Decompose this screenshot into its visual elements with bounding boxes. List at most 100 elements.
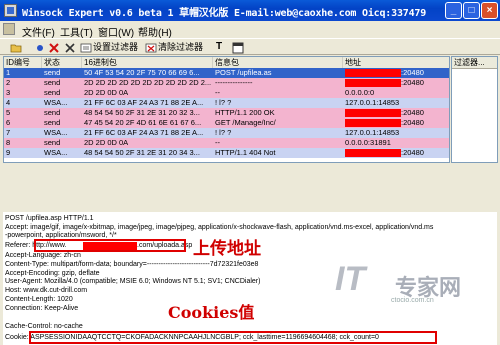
detail-line: Content-Type: multipart/form-data; bound… <box>5 261 259 268</box>
cell-hex: 2D 2D 2D 2D 2D 2D 2D 2D 2D 2D 2... <box>84 78 211 87</box>
cell-id: 2 <box>6 78 11 87</box>
address-port: :20480 <box>401 68 424 77</box>
annotation-cookies: Cookies值 <box>168 303 255 322</box>
col-info[interactable]: 信息包 <box>213 57 343 68</box>
cell-id: 9 <box>6 148 11 157</box>
table-row[interactable]: 2 send 2D 2D 2D 2D 2D 2D 2D 2D 2D 2D 2... -… <box>4 78 449 88</box>
detail-line: User-Agent: Mozilla/4.0 (compatible; MSI… <box>5 278 261 285</box>
text-view-button[interactable]: T <box>216 40 222 54</box>
clear-filter-icon <box>145 43 157 53</box>
col-address[interactable]: 地址 <box>343 57 449 68</box>
table-row[interactable]: 8 send 2D 2D 0D 0A -- 0.0.0.0:31891 <box>4 138 449 148</box>
capture-icon[interactable] <box>34 40 47 54</box>
cell-status: send <box>44 68 61 77</box>
filter-header: 过滤器... <box>452 57 497 69</box>
table-row[interactable]: 3 send 2D 2D 0D 0A -- 0.0.0.0:0 <box>4 88 449 98</box>
menu-help[interactable]: 帮助(H) <box>138 24 172 39</box>
cell-address-redacted: :20480 <box>345 78 449 88</box>
cell-address-redacted: :20480 <box>345 148 449 158</box>
address-port: :20480 <box>401 118 424 127</box>
delete-icon[interactable] <box>64 40 77 54</box>
cell-id: 5 <box>6 108 11 117</box>
cell-address: 0.0.0.0:0 <box>345 88 375 97</box>
table-row[interactable]: 5 send 48 54 54 50 2F 31 2E 31 20 32 3... H… <box>4 108 449 118</box>
cell-status: send <box>44 78 61 87</box>
window-view-icon[interactable] <box>232 40 245 54</box>
cell-hex: 21 FF 6C 03 AF 24 A3 71 88 2E A... <box>84 128 204 137</box>
col-id[interactable]: ID编号 <box>4 57 42 68</box>
table-row[interactable]: 1 send 50 4F 53 54 20 2F 75 70 66 69 6... P… <box>4 68 449 78</box>
cell-info: -- <box>215 88 220 97</box>
table-row[interactable]: 6 send 47 45 54 20 2F 4D 61 6E 61 67 6... G… <box>4 118 449 128</box>
cell-id: 4 <box>6 98 11 107</box>
table-row[interactable]: 7 WSA... 21 FF 6C 03 AF 24 A3 71 88 2E A..… <box>4 128 449 138</box>
cell-hex: 47 45 54 20 2F 4D 61 6E 61 67 6... <box>84 118 202 127</box>
cell-id: 3 <box>6 88 11 97</box>
cell-id: 6 <box>6 118 11 127</box>
minimize-button[interactable]: _ <box>445 2 462 19</box>
address-redaction <box>345 109 401 117</box>
cell-address-redacted: :20480 <box>345 68 449 78</box>
watermark-url: ctocio.com.cn <box>391 297 434 304</box>
cell-status: send <box>44 118 61 127</box>
cell-status: WSA... <box>44 128 68 137</box>
cell-info: GET /Manage/Inc/ <box>215 118 276 127</box>
detail-line: Connection: Keep-Alive <box>5 305 79 312</box>
detail-line: Accept-Language: zh-cn <box>5 252 81 259</box>
cell-info: ! l? ? <box>215 128 232 137</box>
cell-info: --------------- <box>215 78 253 87</box>
detail-line: POST /upfilea.asp HTTP/1.1 <box>5 215 94 222</box>
stop-icon[interactable] <box>48 40 61 54</box>
filter-pane[interactable]: 过滤器... <box>451 56 498 163</box>
open-folder-icon[interactable] <box>10 40 23 54</box>
window-title: Winsock Expert v0.6 beta 1 草帽汉化版 E-mail:… <box>22 8 427 19</box>
cell-address-redacted: :20480 <box>345 118 449 128</box>
set-filter-label: 设置过滤器 <box>93 42 139 52</box>
cell-info: HTTP/1.1 404 Not <box>215 148 276 157</box>
cell-hex: 50 4F 53 54 20 2F 75 70 66 69 6... <box>84 68 200 77</box>
cell-id: 1 <box>6 68 11 77</box>
clear-filter-button[interactable]: 清除过滤器 <box>145 40 203 54</box>
filter-icon <box>80 43 92 53</box>
address-redaction <box>345 79 401 87</box>
maximize-button[interactable]: □ <box>463 2 480 19</box>
detail-line: Host: www.dk.cut-drill.com <box>5 287 88 294</box>
menu-file[interactable]: 文件(F) <box>22 24 55 39</box>
cell-hex: 2D 2D 0D 0A <box>84 138 129 147</box>
watermark-it: IT <box>335 260 366 298</box>
cell-address: 127.0.0.1:14853 <box>345 128 400 137</box>
cell-hex: 2D 2D 0D 0A <box>84 88 129 97</box>
address-port: :20480 <box>401 78 424 87</box>
menu-bar: 文件(F) 工具(T) 窗口(W) 帮助(H) <box>0 21 500 39</box>
detail-line: Cache-Control: no-cache <box>5 323 83 330</box>
packet-list[interactable]: ID编号 状态 16进制包 信息包 地址 1 send 50 4F 53 54 20… <box>3 56 450 163</box>
table-row[interactable]: 4 WSA... 21 FF 6C 03 AF 24 A3 71 88 2E A..… <box>4 98 449 108</box>
cell-hex: 48 54 54 50 2F 31 2E 31 20 34 3... <box>84 148 200 157</box>
system-menu-icon[interactable] <box>3 23 15 35</box>
clear-filter-label: 清除过滤器 <box>158 42 204 52</box>
cell-address-redacted: :20480 <box>345 108 449 118</box>
address-port: :20480 <box>401 148 424 157</box>
address-redaction <box>345 149 401 157</box>
menu-window[interactable]: 窗口(W) <box>98 24 134 39</box>
cell-info: ! l? ? <box>215 98 232 107</box>
annotation-upload-address: 上传地址 <box>193 239 261 258</box>
cell-status: send <box>44 138 61 147</box>
table-row[interactable]: 9 WSA... 48 54 54 50 2F 31 2E 31 20 34 3..… <box>4 148 449 158</box>
close-button[interactable]: × <box>481 2 498 19</box>
set-filter-button[interactable]: 设置过滤器 <box>80 40 138 54</box>
cell-status: WSA... <box>44 148 68 157</box>
address-redaction <box>345 69 401 77</box>
menu-tools[interactable]: 工具(T) <box>60 24 93 39</box>
cell-info: HTTP/1.1 200 OK <box>215 108 275 117</box>
title-bar[interactable]: Winsock Expert v0.6 beta 1 草帽汉化版 E-mail:… <box>0 0 500 21</box>
app-icon <box>4 4 17 17</box>
cell-id: 7 <box>6 128 11 137</box>
cookie-highlight <box>29 331 437 344</box>
cell-hex: 48 54 54 50 2F 31 2E 31 20 32 3... <box>84 108 200 117</box>
splitter[interactable] <box>0 163 500 212</box>
cell-info: POST /upfilea.as <box>215 68 272 77</box>
col-hex[interactable]: 16进制包 <box>82 57 213 68</box>
col-status[interactable]: 状态 <box>42 57 82 68</box>
address-redaction <box>345 119 401 127</box>
